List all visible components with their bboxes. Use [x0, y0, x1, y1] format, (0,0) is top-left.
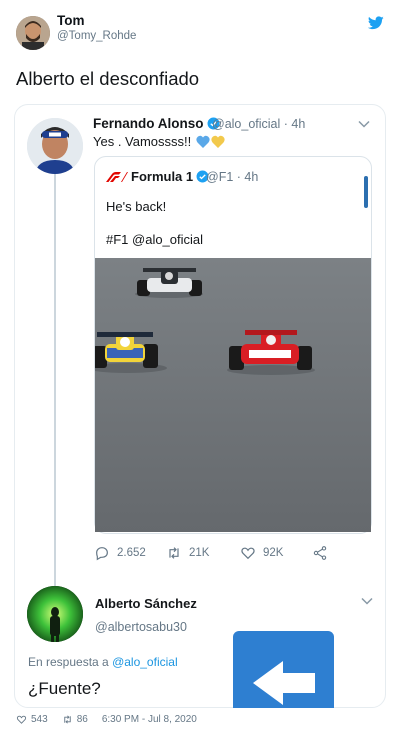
- scrollbar[interactable]: [364, 176, 368, 208]
- inner-author-handle[interactable]: @F1 · 4h: [206, 170, 258, 184]
- author-handle[interactable]: @Tomy_Rohde: [57, 30, 136, 42]
- footer-like-count: 543: [31, 714, 48, 725]
- retweet-icon: [169, 547, 179, 559]
- reply-icon: [96, 547, 108, 561]
- reply-mention-link[interactable]: @alo_oficial: [112, 655, 178, 669]
- author-name[interactable]: Tom: [57, 13, 85, 28]
- avatar-fernando-alonso[interactable]: [27, 118, 83, 174]
- blue-yellow-hearts-icon: [196, 135, 225, 148]
- inner-author-name-text[interactable]: Formula 1: [131, 169, 193, 184]
- retweet-icon[interactable]: [62, 714, 73, 725]
- like-action[interactable]: 92K: [240, 545, 283, 561]
- footer-retweet-count: 86: [76, 714, 88, 725]
- back-arrow-icon: [253, 661, 315, 705]
- share-icon: [313, 546, 327, 560]
- inner-author-name[interactable]: Formula 1: [131, 169, 209, 184]
- action-bar: 2.652 21K 92K: [94, 545, 344, 563]
- avatar-alberto-sanchez[interactable]: [27, 586, 83, 642]
- reply-context: En respuesta a @alo_oficial: [28, 655, 178, 669]
- reply-author-handle[interactable]: @albertosabu30: [95, 620, 187, 634]
- reply-prefix: En respuesta a: [28, 655, 109, 669]
- avatar-tom[interactable]: [16, 16, 50, 50]
- inner-text-line1: He's back!: [106, 199, 167, 214]
- reply-count: 2.652: [117, 547, 146, 559]
- inner-text-line2[interactable]: #F1 @alo_oficial: [106, 232, 203, 247]
- formula1-logo-icon: [106, 172, 128, 182]
- retweet-action[interactable]: 21K: [166, 545, 209, 561]
- retweet-count: 21K: [189, 547, 210, 559]
- race-video[interactable]: [95, 258, 371, 532]
- chevron-down-icon[interactable]: [361, 597, 373, 605]
- like-count: 92K: [263, 547, 284, 559]
- quoted-author-name-text[interactable]: Fernando Alonso: [93, 116, 204, 131]
- heart-icon: [241, 547, 255, 560]
- quoted-author-handle[interactable]: @alo_oficial · 4h: [212, 117, 305, 131]
- quoted-text: Yes . Vamossss!!: [93, 134, 192, 149]
- reply-author-name[interactable]: Alberto Sánchez: [95, 596, 197, 611]
- chevron-down-icon[interactable]: [358, 120, 370, 128]
- twitter-bird-icon[interactable]: [368, 16, 384, 30]
- quoted-author-name[interactable]: Fernando Alonso: [93, 116, 220, 131]
- reply-action[interactable]: 2.652: [94, 545, 146, 561]
- tweet-footer: 543 86 6:30 PM - Jul 8, 2020: [16, 714, 197, 725]
- heart-icon[interactable]: [16, 714, 27, 725]
- reply-text: ¿Fuente?: [28, 679, 101, 698]
- thread-line: [54, 174, 56, 586]
- tweet-timestamp[interactable]: 6:30 PM - Jul 8, 2020: [102, 714, 197, 725]
- back-arrow-sign: [233, 631, 334, 708]
- share-action[interactable]: [312, 545, 328, 561]
- tweet-text: Alberto el desconfiado: [16, 68, 200, 89]
